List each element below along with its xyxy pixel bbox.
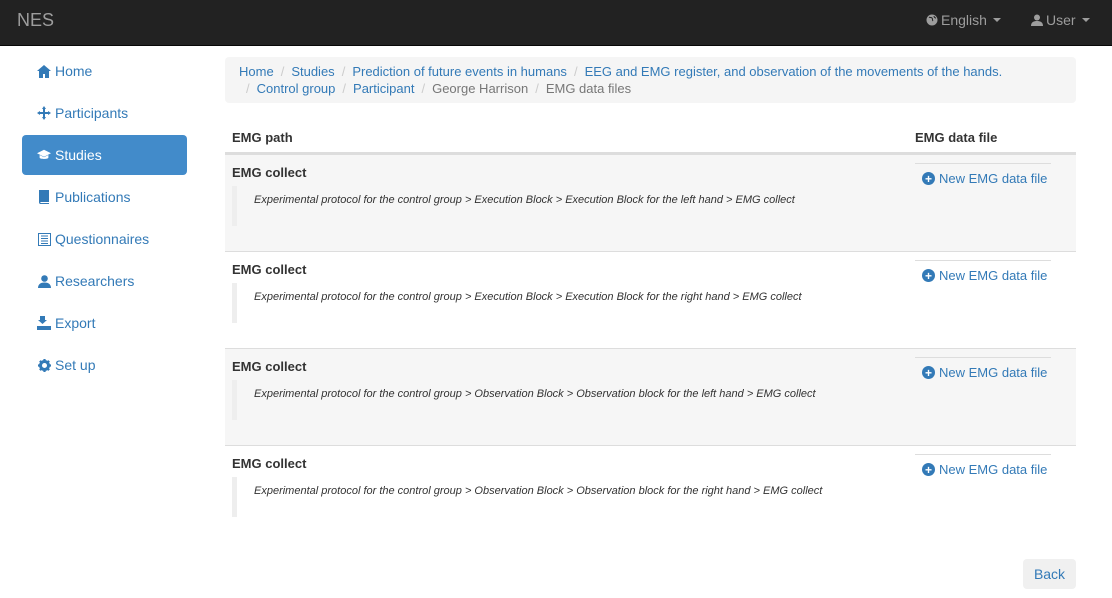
breadcrumb-study[interactable]: Prediction of future events in humans bbox=[352, 64, 567, 79]
plus-circle-icon: + bbox=[922, 463, 935, 476]
new-file-label: New EMG data file bbox=[939, 268, 1048, 283]
list-icon bbox=[37, 232, 51, 246]
breadcrumb-separator: / bbox=[535, 81, 539, 96]
back-button[interactable]: Back bbox=[1023, 559, 1076, 589]
table-row: EMG collect Experimental protocol for th… bbox=[225, 154, 1076, 251]
language-dropdown[interactable]: English bbox=[926, 12, 1001, 28]
row-path: Experimental protocol for the control gr… bbox=[232, 477, 822, 517]
table-row: EMG collect Experimental protocol for th… bbox=[225, 348, 1076, 445]
row-path-text: Experimental protocol for the control gr… bbox=[254, 485, 823, 497]
new-emg-data-file-button[interactable]: + New EMG data file bbox=[915, 260, 1051, 283]
sidebar-item-label: Studies bbox=[55, 147, 102, 163]
breadcrumb-line-2: / Control group / Participant / George Harris… bbox=[239, 80, 1062, 97]
row-title: EMG collect bbox=[232, 165, 307, 180]
sidebar-item-label: Export bbox=[55, 315, 96, 331]
home-icon bbox=[37, 64, 51, 78]
language-label: English bbox=[941, 12, 987, 28]
breadcrumb-home[interactable]: Home bbox=[239, 64, 274, 79]
sidebar-item-setup[interactable]: Set up bbox=[22, 345, 187, 385]
studies-icon bbox=[37, 148, 51, 162]
breadcrumb-studies[interactable]: Studies bbox=[291, 64, 334, 79]
table-row: EMG collect Experimental protocol for th… bbox=[225, 251, 1076, 348]
new-emg-data-file-button[interactable]: + New EMG data file bbox=[915, 163, 1051, 186]
sidebar-item-label: Publications bbox=[55, 189, 131, 205]
row-path-text: Experimental protocol for the control gr… bbox=[254, 291, 802, 303]
sidebar-item-publications[interactable]: Publications bbox=[22, 177, 187, 217]
row-title: EMG collect bbox=[232, 456, 307, 471]
book-icon bbox=[37, 190, 51, 204]
user-icon bbox=[1031, 14, 1043, 26]
plus-circle-icon: + bbox=[922, 269, 935, 282]
breadcrumb-separator: / bbox=[421, 81, 426, 96]
breadcrumb-group[interactable]: Control group bbox=[257, 81, 336, 96]
row-path: Experimental protocol for the control gr… bbox=[232, 186, 795, 226]
new-file-label: New EMG data file bbox=[939, 365, 1048, 380]
sidebar-item-participants[interactable]: Participants bbox=[22, 93, 187, 133]
sidebar-item-label: Participants bbox=[55, 105, 129, 121]
row-path-text: Experimental protocol for the control gr… bbox=[254, 194, 795, 206]
user-icon bbox=[37, 274, 51, 288]
column-header-file: EMG data file bbox=[915, 130, 998, 145]
row-title: EMG collect bbox=[232, 359, 307, 374]
breadcrumb-current: EMG data files bbox=[545, 81, 632, 96]
sidebar-item-export[interactable]: Export bbox=[22, 303, 187, 343]
sidebar-item-studies[interactable]: Studies bbox=[22, 135, 187, 175]
new-file-label: New EMG data file bbox=[939, 462, 1048, 477]
user-label: User bbox=[1046, 12, 1076, 28]
row-path: Experimental protocol for the control gr… bbox=[232, 380, 816, 420]
participants-icon bbox=[37, 106, 51, 120]
breadcrumb-participant[interactable]: Participant bbox=[353, 81, 414, 96]
user-dropdown[interactable]: User bbox=[1031, 12, 1090, 28]
breadcrumb-separator: / bbox=[573, 64, 578, 79]
breadcrumb-participant-name: George Harrison bbox=[432, 81, 529, 96]
globe-icon bbox=[926, 14, 938, 26]
breadcrumb: Home / Studies / Prediction of future events… bbox=[225, 57, 1076, 103]
new-emg-data-file-button[interactable]: + New EMG data file bbox=[915, 454, 1051, 477]
row-path-text: Experimental protocol for the control gr… bbox=[254, 388, 816, 400]
export-icon bbox=[37, 316, 51, 330]
chevron-down-icon bbox=[992, 18, 1001, 22]
sidebar-item-label: Home bbox=[55, 63, 93, 79]
new-emg-data-file-button[interactable]: + New EMG data file bbox=[915, 357, 1051, 380]
row-path: Experimental protocol for the control gr… bbox=[232, 283, 802, 323]
breadcrumb-separator: / bbox=[280, 64, 285, 79]
breadcrumb-separator: / bbox=[246, 81, 250, 96]
table-row: EMG collect Experimental protocol for th… bbox=[225, 445, 1076, 542]
table-header: EMG path EMG data file bbox=[225, 121, 1076, 154]
emg-table: EMG path EMG data file EMG collect Exper… bbox=[225, 121, 1076, 542]
gear-icon bbox=[37, 358, 51, 372]
sidebar-item-questionnaires[interactable]: Questionnaires bbox=[22, 219, 187, 259]
breadcrumb-experiment[interactable]: EEG and EMG register, and observation of… bbox=[585, 64, 1003, 79]
row-title: EMG collect bbox=[232, 262, 307, 277]
top-navbar: NES English User bbox=[0, 0, 1112, 46]
plus-circle-icon: + bbox=[922, 172, 935, 185]
sidebar-item-home[interactable]: Home bbox=[22, 51, 187, 91]
sidebar-item-label: Set up bbox=[55, 357, 96, 373]
breadcrumb-separator: / bbox=[341, 64, 346, 79]
sidebar: Home Participants Studies Publications Q… bbox=[22, 51, 187, 387]
sidebar-item-researchers[interactable]: Researchers bbox=[22, 261, 187, 301]
new-file-label: New EMG data file bbox=[939, 171, 1048, 186]
plus-circle-icon: + bbox=[922, 366, 935, 379]
sidebar-item-label: Questionnaires bbox=[55, 231, 150, 247]
chevron-down-icon bbox=[1081, 18, 1090, 22]
breadcrumb-separator: / bbox=[342, 81, 347, 96]
column-header-path: EMG path bbox=[232, 130, 293, 145]
breadcrumb-line-1: Home / Studies / Prediction of future events… bbox=[239, 63, 1062, 80]
brand-logo[interactable]: NES bbox=[17, 10, 54, 31]
sidebar-item-label: Researchers bbox=[55, 273, 135, 289]
